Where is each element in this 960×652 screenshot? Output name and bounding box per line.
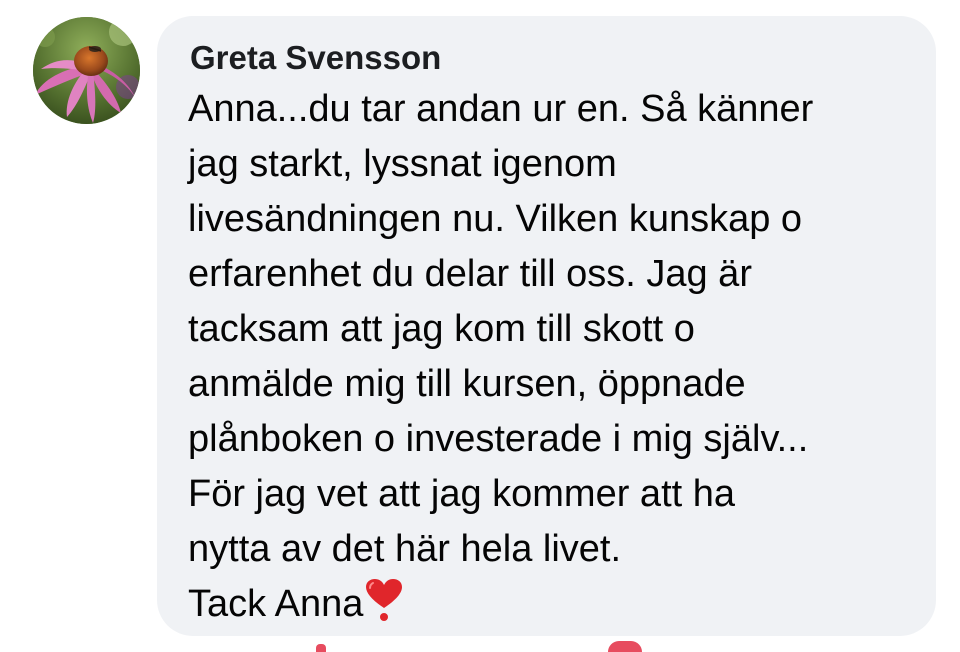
closing-text: Tack Anna xyxy=(188,583,364,625)
comment: Greta Svensson Anna...du tar andan ur en… xyxy=(0,0,960,652)
reactions-row-partial xyxy=(0,638,960,652)
heart-exclamation-icon xyxy=(364,578,404,638)
comment-line: anmälde mig till kursen, öppnade xyxy=(188,363,746,405)
comment-bubble: Greta Svensson Anna...du tar andan ur en… xyxy=(157,16,936,636)
comment-closing-line: Tack Anna xyxy=(188,577,918,638)
comment-line: plånboken o investerade i mig själv... xyxy=(188,418,809,460)
avatar[interactable] xyxy=(33,17,140,124)
comment-text: Anna...du tar andan ur en. Så känner jag… xyxy=(188,82,918,638)
comment-line: jag starkt, lyssnat igenom xyxy=(188,143,617,185)
comment-line: tacksam att jag kom till skott o xyxy=(188,308,695,350)
comment-line: erfarenhet du delar till oss. Jag är xyxy=(188,253,752,295)
comment-line: nytta av det här hela livet. xyxy=(188,528,622,570)
coneflower-photo xyxy=(33,17,140,124)
comment-line: livesändningen nu. Vilken kunskap o xyxy=(188,198,803,240)
comment-line: Anna...du tar andan ur en. Så känner xyxy=(188,88,814,130)
reaction-icon[interactable] xyxy=(608,641,642,652)
reaction-icon[interactable] xyxy=(316,644,326,652)
comment-line: För jag vet att jag kommer att ha xyxy=(188,473,736,515)
author-name[interactable]: Greta Svensson xyxy=(190,38,441,78)
